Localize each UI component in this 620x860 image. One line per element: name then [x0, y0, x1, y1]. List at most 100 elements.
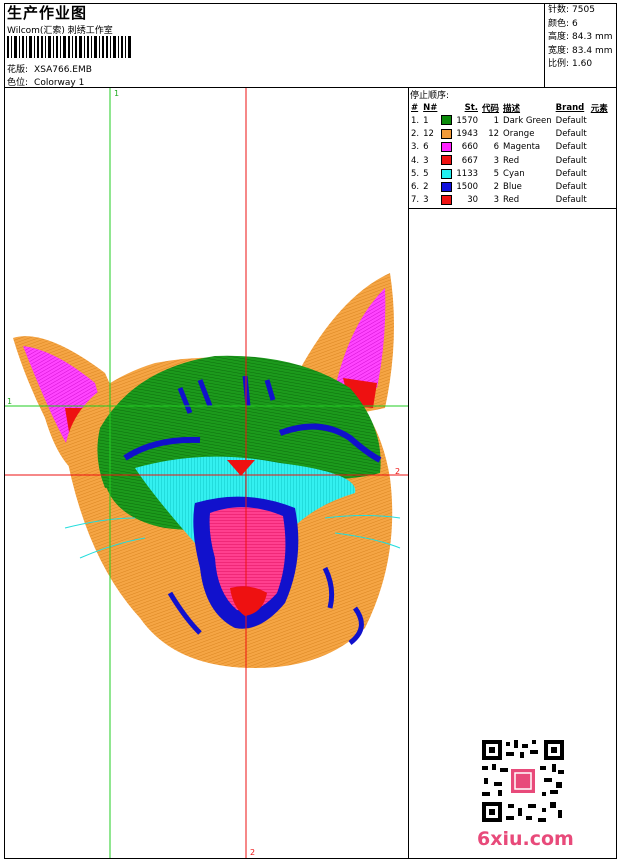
cell-code: 12 [488, 128, 500, 139]
cell-code: 1 [493, 115, 500, 126]
stat-label: 比例: [548, 59, 570, 70]
cell-code: 3 [493, 155, 500, 166]
cell-code: 6 [493, 142, 500, 153]
colorway-name: Colorway 1 [34, 78, 85, 88]
cell-element [589, 154, 610, 167]
color-swatch [441, 155, 453, 166]
cell-description: Red [503, 155, 520, 166]
col-needle: N# [423, 103, 438, 113]
cell-brand: Default [555, 168, 587, 179]
guide-label-v1: 1 [114, 89, 119, 98]
stop-sequence-title: 停止顺序: [410, 91, 450, 101]
cell-index: 6. [411, 182, 420, 193]
col-code: 代码 [482, 104, 500, 114]
cell-description: Cyan [503, 168, 525, 179]
cell-element [589, 180, 610, 193]
cell-brand: Default [555, 195, 587, 206]
cell-description: Blue [503, 182, 522, 193]
watermark-logo: 6xiu.com [477, 828, 574, 850]
cell-needle: 12 [423, 128, 434, 139]
stat-colors: 颜色: 6 [548, 18, 612, 32]
file-name-line: 花版: XSA766.EMB [7, 62, 92, 75]
cell-swatch [439, 194, 454, 207]
cell-swatch [439, 154, 454, 167]
cell-brand: Default [555, 142, 587, 153]
cat-face-embroidery [13, 273, 401, 668]
stop-sequence-table: # N# St. 代码 描述 Brand 元素 1. 1 1570 1 Dark Gre… [409, 102, 610, 207]
col-stitches: St. [464, 103, 479, 113]
col-description: 描述 [503, 104, 521, 114]
cell-swatch [439, 141, 454, 154]
table-row: 5. 5 1133 5 Cyan Default [409, 167, 610, 180]
file-name: XSA766.EMB [34, 65, 92, 75]
cell-code: 5 [493, 168, 500, 179]
stat-height: 高度: 84.3 mm [548, 31, 612, 45]
col-element: 元素 [590, 104, 608, 114]
colorway-label: 色位: [7, 78, 29, 88]
cell-element [589, 114, 610, 127]
stat-width: 宽度: 83.4 mm [548, 45, 612, 59]
color-swatch [441, 115, 453, 126]
page-title: 生产作业图 [7, 4, 88, 22]
stat-label: 针数: [548, 5, 570, 15]
stats-divider [544, 3, 545, 87]
qr-code-image [480, 738, 566, 824]
guide-label-v2: 2 [250, 848, 255, 857]
guide-label-h2: 2 [395, 467, 400, 476]
cell-index: 3. [411, 142, 420, 153]
cell-swatch [439, 114, 454, 127]
table-header-row: # N# St. 代码 描述 Brand 元素 [409, 102, 610, 114]
cell-swatch [439, 180, 454, 193]
cell-element [589, 167, 610, 180]
stat-value: 6 [572, 18, 578, 29]
cell-element [589, 194, 610, 207]
table-row: 4. 3 667 3 Red Default [409, 154, 610, 167]
stat-label: 高度: [548, 32, 570, 43]
cell-brand: Default [555, 115, 587, 126]
cell-stitches: 1133 [456, 168, 479, 179]
stat-value: 84.3 mm [572, 32, 613, 43]
cell-needle: 5 [423, 168, 429, 179]
table-row: 7. 3 30 3 Red Default [409, 194, 610, 207]
cell-brand: Default [555, 128, 587, 139]
cell-stitches: 1500 [456, 182, 479, 193]
sequence-divider [408, 208, 617, 209]
stat-value: 1.60 [572, 59, 593, 70]
cell-needle: 2 [423, 182, 429, 193]
table-row: 6. 2 1500 2 Blue Default [409, 180, 610, 193]
stat-stitches: 针数: 7505 [548, 4, 612, 18]
cell-index: 5. [411, 168, 420, 179]
cell-swatch [439, 127, 454, 140]
color-swatch [441, 181, 453, 192]
stat-scale: 比例: 1.60 [548, 58, 612, 72]
color-swatch [441, 128, 453, 139]
page-subtitle: Wilcom(汇索) 刺绣工作室 [7, 26, 113, 36]
color-swatch [441, 141, 453, 152]
cell-code: 2 [493, 182, 500, 193]
cell-stitches: 30 [467, 195, 479, 206]
cell-stitches: 1570 [456, 115, 479, 126]
stat-label: 颜色: [548, 18, 570, 29]
cell-index: 7. [411, 195, 420, 206]
cell-code: 3 [493, 195, 500, 206]
cell-brand: Default [555, 182, 587, 193]
barcode-image [7, 36, 131, 58]
cell-element [589, 127, 610, 140]
cell-needle: 6 [423, 142, 429, 153]
cell-description: Magenta [503, 142, 541, 153]
guide-label-h1: 1 [7, 397, 12, 406]
design-stats: 针数: 7505 颜色: 6 高度: 84.3 mm 宽度: 83.4 mm 比例: 1.… [548, 4, 612, 72]
file-label: 花版: [7, 65, 29, 75]
table-row: 2. 12 1943 12 Orange Default [409, 127, 610, 140]
cell-index: 4. [411, 155, 420, 166]
color-swatch [441, 168, 453, 179]
cell-description: Dark Green [503, 115, 552, 126]
cell-stitches: 660 [461, 142, 479, 153]
cell-stitches: 1943 [456, 128, 479, 139]
col-brand: Brand [555, 103, 585, 113]
cell-needle: 1 [423, 115, 429, 126]
cell-needle: 3 [423, 195, 429, 206]
stat-value: 7505 [572, 5, 595, 15]
embroidery-design-preview: 1 1 2 2 [5, 88, 408, 858]
cell-swatch [439, 167, 454, 180]
